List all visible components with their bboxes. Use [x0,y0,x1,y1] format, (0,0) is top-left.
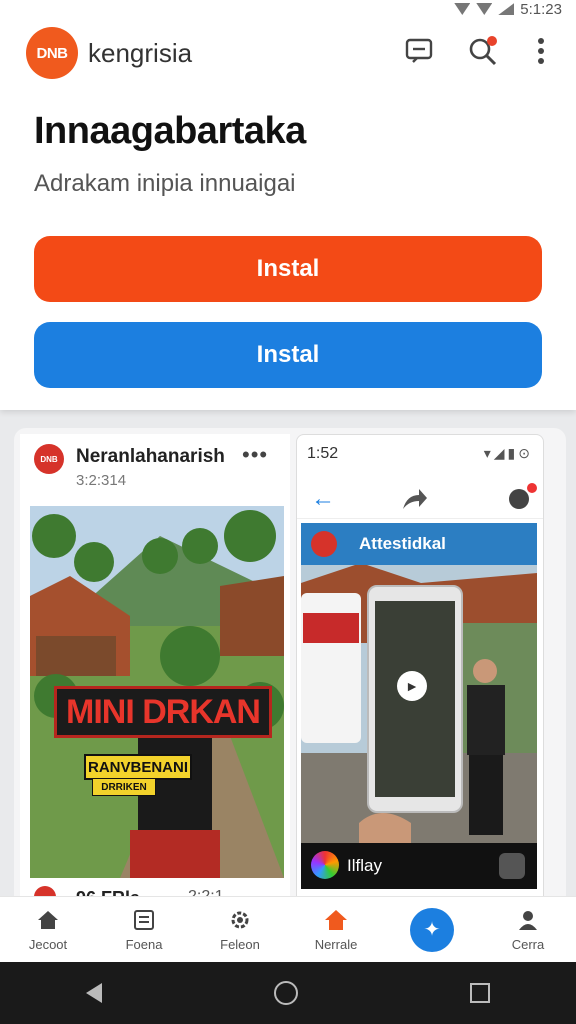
status-time: 5:1:23 [520,0,562,18]
brand-name: kengrisia [88,38,193,68]
embedded-post-title: Attestidkal [301,523,537,565]
install-button-secondary[interactable]: Instal [34,322,542,388]
news-icon [131,907,157,933]
embedded-footer-label: Ilflay [347,856,382,875]
phone-mockup: ► [367,585,463,813]
app-header: DNB kengrisia Innaagabartaka Adrakam ini… [0,0,576,410]
page-title: Innaagabartaka [34,110,306,152]
nav-label: Feleon [220,937,260,952]
post-banner-sub: RANVBENANI [84,754,192,780]
nav-item-settings[interactable]: Feleon [192,907,288,952]
more-options-icon[interactable]: ••• [242,442,268,468]
search-icon[interactable] [466,34,500,68]
avatar [311,851,339,879]
wifi-icon [454,3,471,15]
phone-time: 1:52 [307,445,339,462]
home-icon [35,907,61,933]
avatar [311,531,337,557]
page-subtitle: Adrakam inipia innuaigai [34,170,296,197]
post-banner: MINI DRKAN [54,686,272,738]
share-icon[interactable] [401,487,427,511]
battery-icon [498,3,515,15]
system-nav-bar [0,962,576,1024]
post-time: 3:2:314 [76,472,127,489]
home-icon [323,907,349,933]
play-icon[interactable]: ► [397,671,427,701]
notification-icon[interactable] [509,483,537,509]
post-author[interactable]: Neranlahanarish [76,446,225,468]
nav-label: Foena [125,937,163,952]
recents-icon[interactable] [470,983,490,1003]
install-button-primary[interactable]: Instal [34,236,542,302]
back-icon[interactable] [86,983,102,1003]
phone-status-icons: ▾◢▮⊙ [483,445,533,461]
nav-item-news[interactable]: Foena [96,907,192,952]
avatar[interactable]: DNB [34,444,64,474]
nav-label: Jecoot [28,937,68,952]
signal-icon [476,3,493,15]
nav-item-profile[interactable]: Cerra [480,907,576,952]
status-bar: 5:1:23 [0,0,576,18]
gear-icon [227,907,253,933]
plus-fab-icon: ✦ [410,907,454,952]
record-icon[interactable] [499,853,525,879]
post-image[interactable]: Attestidkal ► Ilflay [301,523,537,889]
embedded-title-text: Attestidkal [359,534,446,553]
person-icon [515,907,541,933]
bottom-nav: Jecoot Foena Feleon Nerrale ✦ Cerra [0,896,576,962]
nav-label: Nerrale [314,937,358,952]
nav-item-home[interactable]: Jecoot [0,907,96,952]
back-arrow-icon[interactable]: ← [311,485,335,513]
nav-item-create[interactable]: ✦ [384,907,480,952]
post-card-phone[interactable]: 1:52 ▾◢▮⊙ ← Attestidkal ► Ilflay [296,434,544,908]
embedded-footer: Ilflay [301,843,537,889]
chat-icon[interactable] [402,34,436,68]
nav-item-home-active[interactable]: Nerrale [288,907,384,952]
post-card[interactable]: DNB Neranlahanarish 3:2:314 ••• MINI DRK… [20,434,290,908]
more-menu-icon[interactable] [524,34,558,68]
app-logo: DNB [26,27,78,79]
post-image[interactable]: MINI DRKAN RANVBENANI DRRIKEN [30,506,284,878]
nav-label: Cerra [511,937,545,952]
phone-toolbar: ← [297,481,543,519]
post-banner-sub2: DRRIKEN [92,778,156,796]
home-button-icon[interactable] [274,981,298,1005]
